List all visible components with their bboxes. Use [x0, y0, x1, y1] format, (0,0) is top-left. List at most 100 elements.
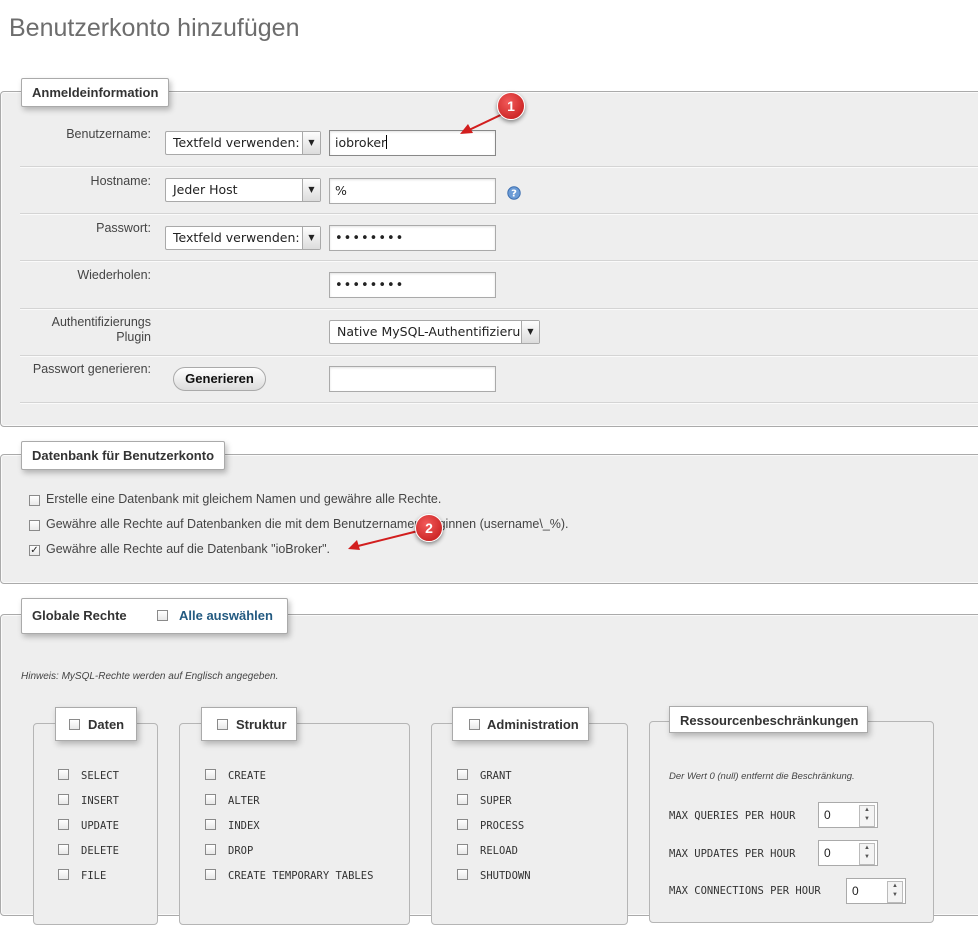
db-option-checkbox-1[interactable] [29, 495, 40, 506]
row-divider [20, 166, 978, 168]
structure-group-title: Struktur [236, 717, 287, 732]
privilege-checkbox[interactable] [457, 794, 468, 805]
repeat-label: Wiederholen: [77, 268, 151, 282]
privilege-checkbox[interactable] [457, 869, 468, 880]
privilege-checkbox[interactable] [457, 844, 468, 855]
row-divider [20, 355, 978, 357]
privilege-label: FILE [81, 870, 107, 882]
structure-privileges-legend: Struktur [201, 707, 297, 741]
privilege-label: INDEX [228, 820, 260, 832]
select-all-checkbox[interactable] [157, 610, 168, 621]
annotation-marker-1: 1 [497, 92, 525, 120]
spinner-arrows-icon[interactable]: ▲ ▼ [887, 881, 903, 903]
login-legend: Anmeldeinformation [21, 78, 170, 107]
privilege-label: SELECT [81, 770, 119, 782]
row-divider [20, 260, 978, 262]
privilege-label: GRANT [480, 770, 512, 782]
username-type-value: Textfeld verwenden: [173, 135, 300, 150]
help-icon[interactable]: ? [507, 186, 521, 200]
max-updates-input[interactable]: 0 ▲ ▼ [818, 840, 878, 866]
privilege-checkbox[interactable] [205, 869, 216, 880]
chevron-down-icon: ▼ [302, 227, 320, 249]
privilege-checkbox[interactable] [58, 819, 69, 830]
page-title: Benutzerkonto hinzufügen [9, 14, 300, 42]
structure-group-checkbox[interactable] [217, 719, 228, 730]
admin-group-checkbox[interactable] [469, 719, 480, 730]
generate-button[interactable]: Generieren [173, 367, 266, 391]
password-type-select[interactable]: Textfeld verwenden: ▼ [165, 226, 321, 250]
select-all-link[interactable]: Alle auswählen [179, 599, 273, 633]
annotation-arrow-2 [348, 530, 419, 550]
db-option-label-1: Erstelle eine Datenbank mit gleichem Nam… [46, 492, 442, 506]
spinner-arrows-icon[interactable]: ▲ ▼ [859, 805, 875, 827]
chevron-down-icon: ▼ [302, 132, 320, 154]
privilege-label: CREATE [228, 770, 266, 782]
username-value: iobroker [335, 135, 387, 150]
privilege-label: PROCESS [480, 820, 525, 832]
hostname-type-value: Jeder Host [173, 182, 238, 197]
admin-group-title: Administration [487, 717, 579, 732]
privilege-label: INSERT [81, 795, 119, 807]
max-queries-input[interactable]: 0 ▲ ▼ [818, 802, 878, 828]
global-privileges-title: Globale Rechte [32, 608, 127, 623]
generated-password-input[interactable] [329, 366, 496, 392]
password-type-value: Textfeld verwenden: [173, 230, 300, 245]
auth-plugin-value: Native MySQL-Authentifizierung [337, 324, 537, 339]
database-legend: Datenbank für Benutzerkonto [21, 441, 226, 470]
privilege-label: SHUTDOWN [480, 870, 531, 882]
hostname-type-select[interactable]: Jeder Host ▼ [165, 178, 321, 202]
privilege-checkbox[interactable] [205, 844, 216, 855]
max-queries-label: MAX QUERIES PER HOUR [669, 810, 796, 822]
data-group-title: Daten [88, 717, 125, 732]
privilege-label: RELOAD [480, 845, 518, 857]
privilege-label: DROP [228, 845, 254, 857]
row-divider [20, 402, 978, 404]
privilege-label: CREATE TEMPORARY TABLES [228, 870, 374, 882]
auth-plugin-label-line2: Plugin [116, 330, 151, 344]
hostname-value: % [335, 183, 347, 198]
admin-privileges-legend: Administration [452, 707, 589, 741]
row-divider [20, 308, 978, 310]
chevron-down-icon: ▼ [521, 321, 539, 343]
privilege-label: DELETE [81, 845, 119, 857]
generate-password-label: Passwort generieren: [32, 362, 151, 376]
password-input[interactable]: •••••••• [329, 225, 496, 251]
data-privileges-legend: Daten [55, 707, 137, 741]
privilege-checkbox[interactable] [205, 794, 216, 805]
privilege-checkbox[interactable] [58, 794, 69, 805]
password-label: Passwort: [96, 221, 151, 235]
row-divider [20, 213, 978, 215]
privilege-label: ALTER [228, 795, 260, 807]
password-value: •••••••• [335, 231, 405, 246]
max-updates-value: 0 [824, 846, 831, 860]
global-privileges-legend: Globale Rechte Alle auswählen [21, 598, 288, 634]
privilege-checkbox[interactable] [457, 819, 468, 830]
db-option-label-2: Gewähre alle Rechte auf Datenbanken die … [46, 517, 569, 531]
privilege-label: UPDATE [81, 820, 119, 832]
privilege-checkbox[interactable] [205, 819, 216, 830]
hostname-input[interactable]: % [329, 178, 496, 204]
spinner-arrows-icon[interactable]: ▲ ▼ [859, 843, 875, 865]
repeat-password-input[interactable]: •••••••• [329, 272, 496, 298]
privilege-checkbox[interactable] [457, 769, 468, 780]
db-option-checkbox-2[interactable] [29, 520, 40, 531]
privilege-checkbox[interactable] [58, 869, 69, 880]
data-group-checkbox[interactable] [69, 719, 80, 730]
repeat-password-value: •••••••• [335, 278, 405, 293]
auth-plugin-select[interactable]: Native MySQL-Authentifizierung ▼ [329, 320, 540, 344]
privilege-checkbox[interactable] [58, 769, 69, 780]
svg-text:?: ? [511, 189, 517, 200]
max-connections-label: MAX CONNECTIONS PER HOUR [669, 885, 821, 897]
privileges-hint: Hinweis: MySQL-Rechte werden auf Englisc… [21, 671, 279, 682]
max-queries-value: 0 [824, 808, 831, 822]
auth-plugin-label: Authentifizierungs Plugin [20, 315, 151, 345]
username-type-select[interactable]: Textfeld verwenden: ▼ [165, 131, 321, 155]
max-connections-input[interactable]: 0 ▲ ▼ [846, 878, 906, 904]
resource-limits-hint: Der Wert 0 (null) entfernt die Beschränk… [669, 771, 855, 782]
checkmark-icon: ✓ [30, 545, 39, 556]
db-option-label-3: Gewähre alle Rechte auf die Datenbank "i… [46, 542, 331, 556]
db-option-checkbox-3[interactable]: ✓ [29, 545, 40, 556]
privilege-checkbox[interactable] [205, 769, 216, 780]
privilege-checkbox[interactable] [58, 844, 69, 855]
privilege-label: SUPER [480, 795, 512, 807]
